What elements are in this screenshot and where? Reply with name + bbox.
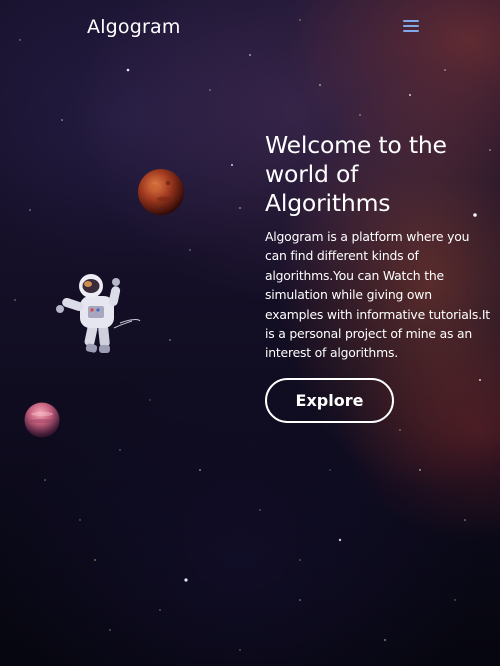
explore-button[interactable]: Explore: [265, 378, 394, 423]
brand-logo-text[interactable]: Algogram: [87, 16, 181, 38]
hamburger-menu-icon[interactable]: [403, 20, 421, 36]
hero-section: Welcome to the world of Algorithms Algog…: [265, 131, 490, 363]
hero-description: Algogram is a platform where you can fin…: [265, 229, 490, 361]
page: Algogram Welcome to the world of Algorit…: [0, 0, 500, 666]
hero-title: Welcome to the world of Algorithms: [265, 131, 447, 217]
navbar: Algogram: [0, 0, 500, 58]
pink-planet-image: [24, 402, 60, 438]
red-planet-image: [138, 169, 184, 215]
floating-astronaut-image: [56, 274, 141, 353]
